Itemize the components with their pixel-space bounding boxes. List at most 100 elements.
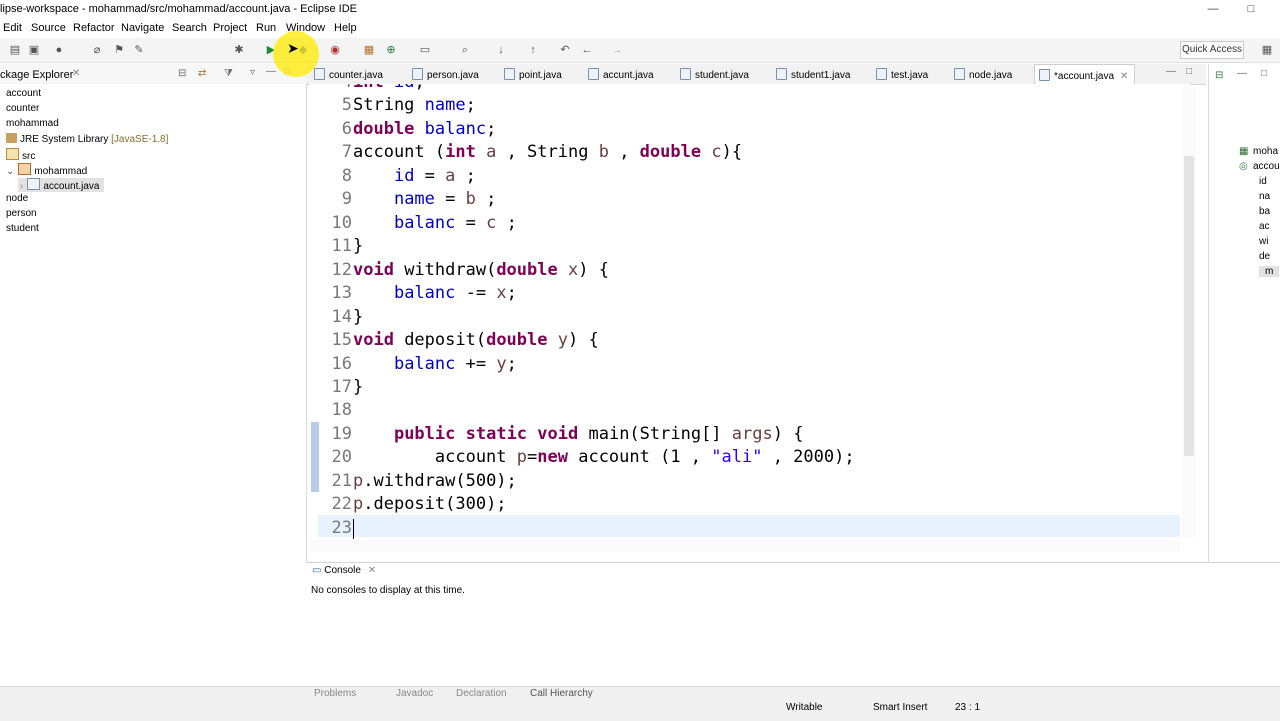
quick-access-field[interactable]: Quick Access — [1180, 41, 1244, 59]
menu-edit[interactable]: Edit — [0, 22, 25, 34]
code-line-22: p.deposit(300); — [353, 494, 507, 514]
maximize-outline-icon[interactable]: □ — [1261, 68, 1267, 79]
console-tab[interactable]: ▭ Console ✕ — [312, 565, 376, 576]
minimize-view-icon[interactable]: — — [266, 66, 276, 77]
menu-source[interactable]: Source — [28, 22, 69, 34]
package-explorer-tab[interactable]: ckage Explorer ✕ ⊟ ⇄ ⧩ ▿ — □ — [0, 64, 306, 84]
tree-item-mohammad-package[interactable]: ⌄ mohammad — [6, 163, 87, 177]
text-cursor — [353, 519, 354, 539]
tab-counter-java[interactable]: counter.java — [314, 68, 383, 81]
menu-project[interactable]: Project — [210, 22, 250, 34]
tab-person-java[interactable]: person.java — [412, 68, 479, 81]
line-number: 13 — [331, 283, 352, 303]
menu-refactor[interactable]: Refactor — [70, 22, 118, 34]
outline-item-id[interactable]: id — [1259, 176, 1267, 187]
line-number: 9 — [341, 189, 352, 209]
open-folder-icon[interactable]: ▭ — [418, 43, 432, 57]
outline-item-package[interactable]: moha — [1253, 146, 1278, 157]
minimize-button[interactable]: — — [1198, 0, 1228, 20]
tab-test-java[interactable]: test.java — [876, 68, 928, 81]
editor-horizontal-scrollbar[interactable] — [310, 540, 1180, 552]
tab-student1-java[interactable]: student1.java — [776, 68, 851, 81]
filter-icon[interactable]: ⧩ — [224, 68, 233, 79]
editor-vertical-scrollbar[interactable] — [1182, 86, 1196, 538]
java-file-icon — [680, 68, 691, 80]
tab-point-java[interactable]: point.java — [504, 68, 562, 81]
outline-item-main[interactable]: m — [1259, 266, 1280, 277]
tree-item-jre-library[interactable]: JRE System Library [JavaSE-1.8] — [6, 133, 168, 145]
close-icon[interactable]: ✕ — [72, 68, 80, 79]
tree-item-mohammad-project[interactable]: mohammad — [6, 118, 59, 129]
search-icon[interactable]: ⌕ — [458, 43, 472, 57]
new-java-project-icon[interactable]: ▦ — [362, 43, 376, 57]
outline-item-deposit[interactable]: de — [1259, 251, 1270, 262]
tree-item-account-java[interactable]: › account.java — [18, 178, 104, 192]
skip-breakpoints-icon[interactable]: ⌀ — [90, 43, 104, 57]
line-number: 14 — [331, 307, 352, 327]
tab-declaration[interactable]: Declaration — [456, 688, 507, 699]
collapse-all-icon[interactable]: ⊟ — [178, 68, 186, 79]
line-number: 19 — [331, 424, 352, 444]
perspective-icon[interactable]: ▦ — [1260, 43, 1274, 57]
outline-item-constructor[interactable]: ac — [1259, 221, 1270, 232]
tree-item-account[interactable]: account — [6, 88, 41, 99]
menu-run[interactable]: Run — [253, 22, 279, 34]
tree-item-person[interactable]: person — [6, 208, 37, 219]
tree-item-counter[interactable]: counter — [6, 103, 39, 114]
debug-run-icon[interactable]: ✱ — [232, 43, 246, 57]
back-icon[interactable]: ← — [580, 43, 594, 57]
tab-call-hierarchy[interactable]: Call Hierarchy — [530, 688, 593, 699]
scrollbar-thumb[interactable] — [1184, 156, 1194, 456]
menu-help[interactable]: Help — [331, 22, 360, 34]
status-writable: Writable — [786, 702, 823, 713]
close-icon[interactable]: ✕ — [368, 565, 376, 576]
link-editor-icon[interactable]: ⇄ — [198, 68, 206, 79]
menu-search[interactable]: Search — [169, 22, 210, 34]
code-line-19: public static void main(String[] args) { — [393, 424, 804, 444]
outline-item-name[interactable]: na — [1259, 191, 1270, 202]
outline-tab-icon[interactable]: ⊟ — [1215, 70, 1223, 81]
debug-icon[interactable]: ● — [52, 43, 66, 57]
previous-annotation-icon[interactable]: ↑ — [526, 43, 540, 57]
new-class-icon[interactable]: ⊕ — [384, 43, 398, 57]
mouse-pointer-icon: ➤ — [287, 40, 299, 56]
code-line-8: id = a ; — [393, 166, 476, 186]
toggle-mark-icon[interactable]: ✎ — [132, 43, 146, 57]
next-annotation-icon[interactable]: ↓ — [494, 43, 508, 57]
tree-item-src[interactable]: src — [6, 148, 35, 162]
minimize-outline-icon[interactable]: — — [1237, 68, 1247, 79]
package-explorer-title: ckage Explorer — [0, 69, 74, 81]
code-line-10: balanc = c ; — [393, 213, 517, 233]
outline-item-withdraw[interactable]: wi — [1259, 236, 1268, 247]
java-file-icon — [954, 68, 965, 80]
maximize-editor-icon[interactable]: □ — [1186, 66, 1192, 77]
tab-accunt-java[interactable]: accunt.java — [588, 68, 654, 81]
open-type-icon[interactable]: ⚑ — [112, 43, 126, 57]
maximize-button[interactable]: □ — [1236, 0, 1266, 20]
tab-javadoc[interactable]: Javadoc — [396, 688, 433, 699]
code-editor[interactable]: 4 int id; 5 String name; 6 double balanc… — [310, 84, 1190, 540]
code-line-12: void withdraw(double x) { — [353, 260, 609, 280]
chevron-down-icon[interactable]: ⌄ — [6, 166, 14, 177]
external-tools-icon[interactable]: ◉ — [328, 43, 342, 57]
forward-icon[interactable]: → — [610, 43, 624, 57]
minimize-editor-icon[interactable]: — — [1166, 66, 1176, 77]
tree-item-node[interactable]: node — [6, 193, 28, 204]
outline-item-balanc[interactable]: ba — [1259, 206, 1270, 217]
change-marker — [311, 422, 319, 492]
tab-student-java[interactable]: student.java — [680, 68, 749, 81]
new-icon[interactable]: ▤ — [8, 43, 22, 57]
last-edit-icon[interactable]: ↶ — [558, 43, 572, 57]
save-icon[interactable]: ▣ — [27, 43, 41, 57]
chevron-right-icon[interactable]: › — [20, 181, 23, 192]
outline-item-class[interactable]: accou — [1253, 161, 1280, 172]
library-icon — [6, 133, 17, 143]
menu-navigate[interactable]: Navigate — [118, 22, 167, 34]
java-file-icon — [412, 68, 423, 80]
code-line-17: } — [353, 377, 364, 397]
tab-node-java[interactable]: node.java — [954, 68, 1012, 81]
close-tab-icon[interactable]: ✕ — [1120, 71, 1128, 82]
tab-problems[interactable]: Problems — [314, 688, 356, 699]
tree-item-student[interactable]: student — [6, 223, 39, 234]
view-menu-icon[interactable]: ▿ — [250, 67, 255, 78]
